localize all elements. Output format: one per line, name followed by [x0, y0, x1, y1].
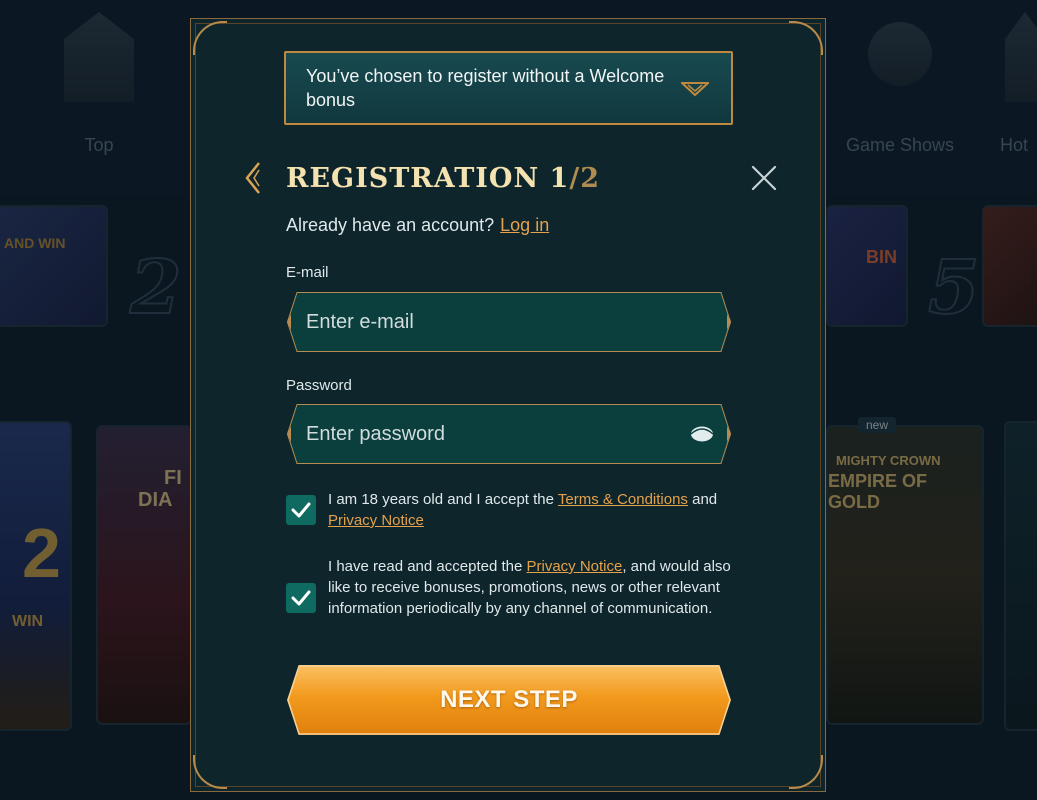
- marketing-consent-row: I have read and accepted the Privacy Not…: [286, 556, 736, 642]
- modal-header: Registration 1/2: [241, 159, 781, 199]
- checkmark-icon: [291, 502, 311, 518]
- title-step-total: /2: [569, 163, 600, 194]
- email-field[interactable]: [287, 292, 731, 352]
- checkmark-icon: [291, 590, 311, 606]
- corner-ornament: [789, 755, 823, 789]
- email-label: E-mail: [286, 264, 329, 281]
- password-field[interactable]: [287, 404, 731, 464]
- login-prompt: Already have an account? Log in: [286, 215, 549, 236]
- title-text: Registration 1: [286, 163, 570, 194]
- bonus-select-text: You’ve chosen to register without a Welc…: [306, 66, 665, 110]
- password-label: Password: [286, 377, 352, 394]
- next-step-button[interactable]: NEXT STEP: [287, 665, 731, 735]
- bonus-select-dropdown[interactable]: You’ve chosen to register without a Welc…: [284, 51, 733, 125]
- terms-checkbox[interactable]: [286, 495, 316, 525]
- eye-icon[interactable]: [690, 423, 714, 445]
- corner-ornament: [193, 755, 227, 789]
- terms-text-before: I am 18 years old and I accept the: [328, 491, 558, 508]
- terms-text-mid: and: [687, 491, 718, 508]
- page-title: Registration 1/2: [286, 159, 600, 199]
- terms-consent-row: I am 18 years old and I accept the Terms…: [286, 489, 736, 534]
- corner-ornament: [789, 21, 823, 55]
- email-input[interactable]: [306, 293, 676, 351]
- close-icon[interactable]: [749, 163, 779, 193]
- marketing-consent-text: I have read and accepted the Privacy Not…: [328, 556, 738, 619]
- privacy-notice-link[interactable]: Privacy Notice: [526, 558, 622, 575]
- registration-modal: You’ve chosen to register without a Welc…: [190, 18, 826, 792]
- terms-consent-text: I am 18 years old and I accept the Terms…: [328, 489, 738, 531]
- privacy-notice-link[interactable]: Privacy Notice: [328, 512, 424, 529]
- corner-ornament: [193, 21, 227, 55]
- marketing-text-before: I have read and accepted the: [328, 558, 527, 575]
- next-step-label: NEXT STEP: [440, 686, 578, 713]
- chevron-down-icon: [681, 82, 709, 97]
- terms-conditions-link[interactable]: Terms & Conditions: [558, 491, 688, 508]
- login-prompt-text: Already have an account?: [286, 215, 495, 235]
- back-arrow-icon[interactable]: [243, 161, 265, 195]
- login-link[interactable]: Log in: [500, 215, 549, 235]
- password-input[interactable]: [306, 405, 676, 463]
- marketing-checkbox[interactable]: [286, 583, 316, 613]
